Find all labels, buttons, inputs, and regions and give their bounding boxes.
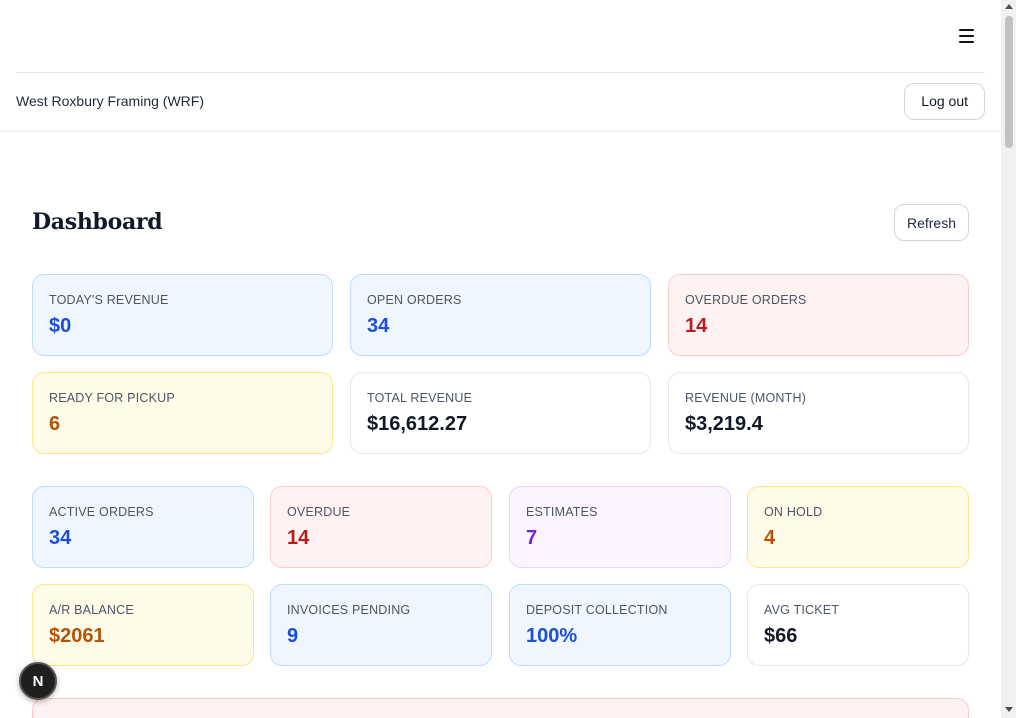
metric-value: 9 bbox=[287, 625, 298, 648]
scrollbar[interactable] bbox=[1001, 0, 1016, 718]
metric-value: 34 bbox=[49, 527, 71, 550]
metric-card-avg-ticket: AVG TICKET $66 bbox=[747, 584, 969, 666]
stat-card-open-orders: OPEN ORDERS 34 bbox=[350, 274, 651, 356]
organization-name: West Roxbury Framing (WRF) bbox=[16, 93, 204, 109]
stat-label: TODAY'S REVENUE bbox=[49, 293, 169, 307]
metric-card-active-orders: ACTIVE ORDERS 34 bbox=[32, 486, 254, 568]
metric-value: $66 bbox=[764, 625, 797, 648]
top-bar bbox=[0, 0, 1001, 72]
alert-panel bbox=[32, 698, 969, 718]
stat-value: 6 bbox=[49, 413, 60, 436]
metric-label: AVG TICKET bbox=[764, 603, 839, 617]
stat-label: OVERDUE ORDERS bbox=[685, 293, 807, 307]
stat-value: $0 bbox=[49, 315, 71, 338]
dev-tools-badge[interactable]: N bbox=[19, 662, 57, 700]
metric-label: A/R BALANCE bbox=[49, 603, 134, 617]
metric-card-overdue: OVERDUE 14 bbox=[270, 486, 492, 568]
metric-card-invoices-pending: INVOICES PENDING 9 bbox=[270, 584, 492, 666]
metric-label: ON HOLD bbox=[764, 505, 822, 519]
scroll-down-arrow-icon[interactable] bbox=[1005, 707, 1013, 712]
metric-value: $2061 bbox=[49, 625, 105, 648]
metric-value: 100% bbox=[526, 625, 577, 648]
metric-value: 7 bbox=[526, 527, 537, 550]
metric-card-on-hold: ON HOLD 4 bbox=[747, 486, 969, 568]
stat-card-overdue-orders: OVERDUE ORDERS 14 bbox=[668, 274, 969, 356]
stat-card-revenue-month: REVENUE (MONTH) $3,219.4 bbox=[668, 372, 969, 454]
divider bbox=[0, 131, 1001, 132]
stat-value: $3,219.4 bbox=[685, 413, 763, 436]
metric-label: ESTIMATES bbox=[526, 505, 598, 519]
logout-button[interactable]: Log out bbox=[904, 83, 985, 120]
metric-label: INVOICES PENDING bbox=[287, 603, 410, 617]
metric-card-ar-balance: A/R BALANCE $2061 bbox=[32, 584, 254, 666]
scroll-up-arrow-icon[interactable] bbox=[1005, 4, 1013, 9]
metric-card-estimates: ESTIMATES 7 bbox=[509, 486, 731, 568]
organization-bar: West Roxbury Framing (WRF) Log out bbox=[16, 72, 985, 131]
stat-card-ready-for-pickup: READY FOR PICKUP 6 bbox=[32, 372, 333, 454]
stat-label: REVENUE (MONTH) bbox=[685, 391, 806, 405]
stat-card-todays-revenue: TODAY'S REVENUE $0 bbox=[32, 274, 333, 356]
stat-label: OPEN ORDERS bbox=[367, 293, 462, 307]
stat-card-total-revenue: TOTAL REVENUE $16,612.27 bbox=[350, 372, 651, 454]
metric-label: ACTIVE ORDERS bbox=[49, 505, 154, 519]
stat-value: $16,612.27 bbox=[367, 413, 467, 436]
logo bbox=[30, 14, 74, 48]
hamburger-menu-icon[interactable] bbox=[952, 22, 980, 50]
metric-label: DEPOSIT COLLECTION bbox=[526, 603, 668, 617]
stat-value: 14 bbox=[685, 315, 707, 338]
metric-label: OVERDUE bbox=[287, 505, 350, 519]
page-title: Dashboard bbox=[32, 209, 162, 235]
stat-value: 34 bbox=[367, 315, 389, 338]
stat-label: READY FOR PICKUP bbox=[49, 391, 175, 405]
metric-value: 14 bbox=[287, 527, 309, 550]
metric-value: 4 bbox=[764, 527, 775, 550]
stat-label: TOTAL REVENUE bbox=[367, 391, 472, 405]
scrollbar-thumb[interactable] bbox=[1005, 16, 1013, 148]
metric-card-deposit-collection: DEPOSIT COLLECTION 100% bbox=[509, 584, 731, 666]
refresh-button[interactable]: Refresh bbox=[894, 204, 969, 241]
